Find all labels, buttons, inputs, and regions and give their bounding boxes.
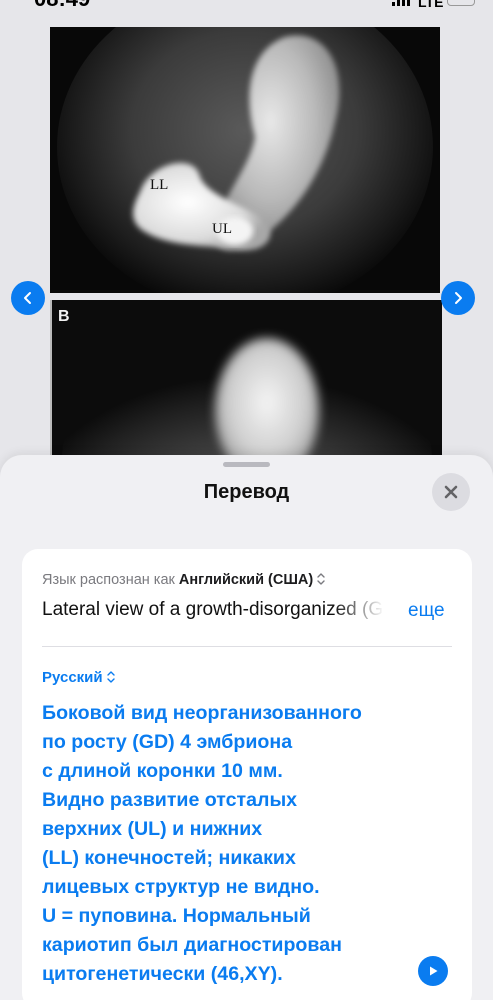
figure-panel-a: LL UL: [50, 27, 440, 293]
chevron-updown-icon: [317, 573, 325, 585]
network-type: LTE: [418, 0, 444, 10]
translated-line: с длиной коронки 10 мм.: [42, 760, 283, 782]
more-button[interactable]: еще: [408, 600, 445, 622]
chevron-updown-icon: [106, 671, 115, 683]
chevron-left-icon: [24, 292, 31, 304]
label-ul: UL: [212, 221, 232, 237]
source-text: Lateral view of a growth-disorganized (G…: [42, 599, 382, 620]
translated-line: Видно развитие отсталых: [42, 789, 298, 811]
play-button[interactable]: [418, 956, 448, 986]
target-language-name: Русский: [42, 669, 103, 686]
close-button[interactable]: [432, 473, 470, 511]
translated-line: цитогенетически (46,XY).: [42, 963, 283, 985]
translation-card: Язык распознан как Английский (США) Late…: [22, 549, 472, 1000]
translated-text: Боковой вид неорганизованного по росту (…: [42, 699, 414, 989]
divider: [42, 646, 452, 647]
previous-image-button[interactable]: [11, 281, 45, 315]
chevron-right-icon: [455, 292, 462, 304]
translated-line: кариотип был диагностирован: [42, 934, 342, 956]
play-icon: [430, 966, 438, 976]
translated-line: лицевых структур не видно.: [42, 876, 320, 898]
status-bar: 08:49 LTE: [0, 0, 493, 24]
next-image-button[interactable]: [441, 281, 475, 315]
sheet-title: Перевод: [203, 481, 290, 503]
label-ll: LL: [150, 177, 169, 193]
embryo-image-b: [52, 300, 442, 470]
status-time: 08:49: [34, 0, 90, 12]
signal-icon: [392, 0, 410, 6]
target-language-selector[interactable]: Русский: [42, 669, 116, 686]
detected-language-name: Английский (США): [178, 572, 314, 588]
source-text-fade: [334, 597, 384, 625]
translated-line: по росту (GD) 4 эмбриона: [42, 731, 293, 753]
close-icon: [444, 485, 458, 499]
battery-icon: [447, 0, 475, 6]
translated-line: верхних (UL) и нижних: [42, 818, 263, 840]
panel-letter-b: B: [58, 308, 70, 325]
figure-panel-b: B: [50, 300, 442, 470]
detected-language-prefix: Язык распознан как: [42, 572, 179, 588]
translated-line: (LL) конечностей; никаких: [42, 847, 296, 869]
translation-sheet: Перевод Язык распознан как Английский (С…: [0, 455, 493, 1000]
sheet-grabber[interactable]: [223, 462, 270, 467]
embryo-image-a: [50, 27, 440, 293]
translated-line: U = пуповина. Нормальный: [42, 905, 311, 927]
screen: 08:49 LTE: [0, 0, 493, 1000]
translated-line: Боковой вид неорганизованного: [42, 702, 362, 724]
detected-language-selector[interactable]: Язык распознан как Английский (США): [42, 572, 326, 588]
